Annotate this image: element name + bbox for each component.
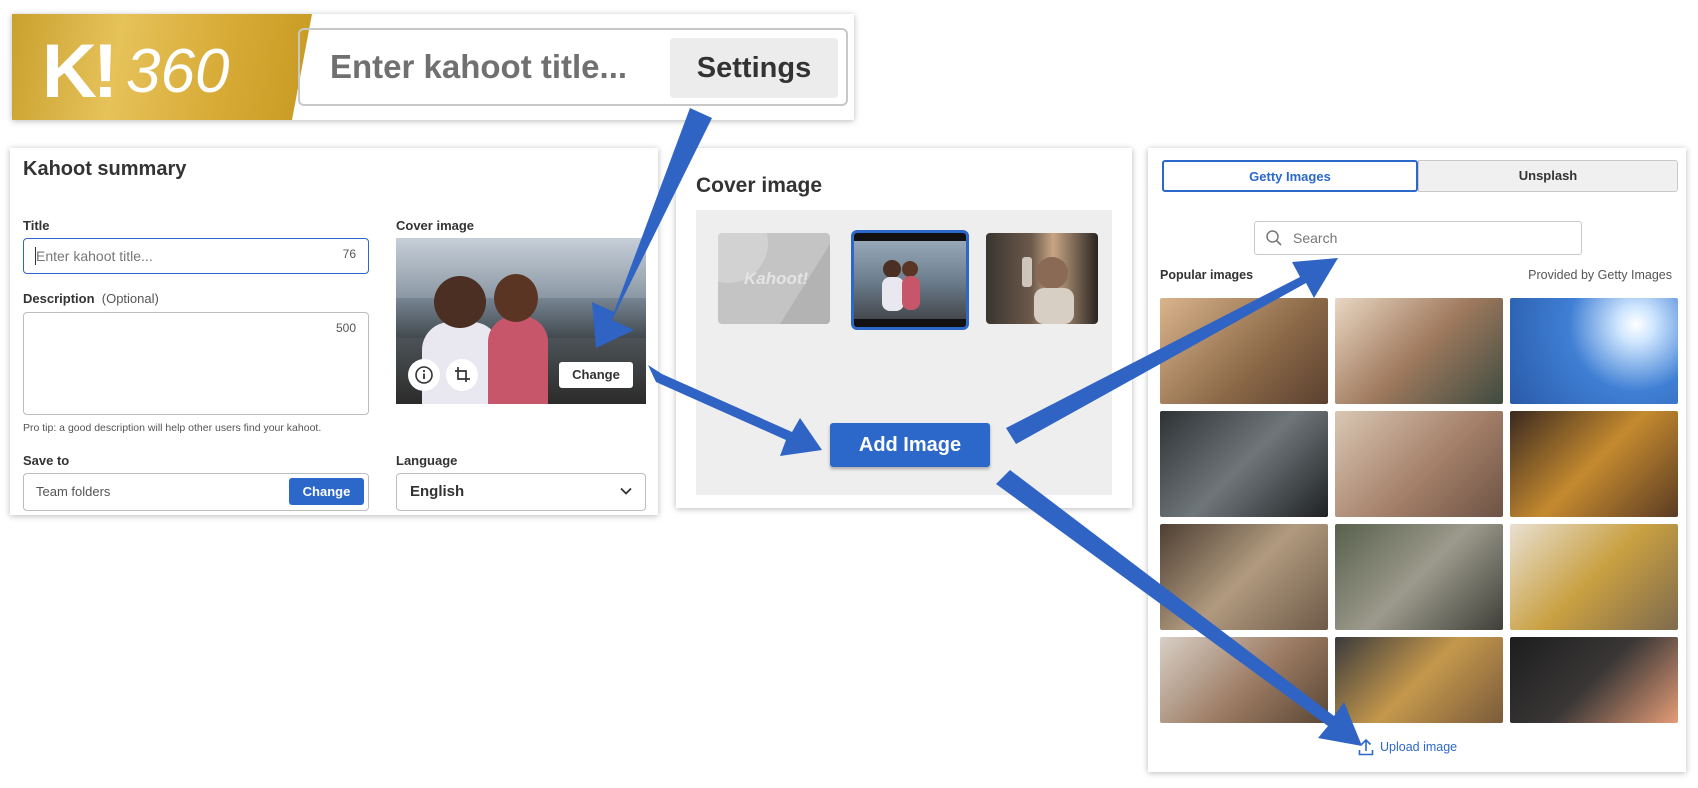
language-select[interactable]: English: [396, 473, 646, 511]
default-kahoot-cover-option[interactable]: Kahoot!: [718, 233, 830, 324]
settings-button[interactable]: Settings: [670, 38, 838, 98]
image-picker-panel: Getty Images Unsplash Search Popular ima…: [1148, 148, 1686, 772]
kahoot-360-logo: K! 360: [12, 14, 312, 120]
tab-getty-images[interactable]: Getty Images: [1162, 160, 1418, 192]
woman-on-sofa-image[interactable]: [1510, 524, 1678, 630]
language-value: English: [410, 483, 465, 500]
cover-options-area: Kahoot! Add Image: [696, 210, 1112, 495]
kahoot-top-bar: K! 360 Enter kahoot title... Settings: [12, 14, 854, 120]
beer-toast-image[interactable]: [1510, 411, 1678, 517]
cover-panel-heading: Cover image: [696, 174, 823, 197]
orange-drink-image[interactable]: [1510, 637, 1678, 723]
kahoot-summary-panel: Kahoot summary Title Enter kahoot title.…: [10, 148, 658, 515]
title-field[interactable]: Enter kahoot title... 76: [23, 238, 369, 274]
couple-photo: [882, 260, 920, 311]
water-splash-image[interactable]: [1510, 298, 1678, 404]
woman-drinking-water-image[interactable]: [1335, 411, 1503, 517]
description-field[interactable]: 500: [23, 312, 369, 415]
save-to-change-button[interactable]: Change: [289, 478, 364, 505]
info-icon[interactable]: [408, 359, 440, 391]
save-to-value: Team folders: [36, 484, 111, 499]
save-to-field: Team folders Change: [23, 473, 369, 511]
glass-of-water-image[interactable]: [1160, 411, 1328, 517]
title-char-counter: 76: [342, 247, 356, 261]
woman-kitchen-image[interactable]: [1160, 524, 1328, 630]
selected-cover-option[interactable]: [851, 230, 969, 330]
pro-tip-text: Pro tip: a good description will help ot…: [23, 422, 322, 434]
title-field-placeholder: Enter kahoot title...: [36, 248, 153, 264]
woman-drinking-photo: [1022, 257, 1074, 324]
upload-image-link[interactable]: Upload image: [1358, 738, 1457, 756]
provided-by-label: Provided by Getty Images: [1528, 268, 1672, 282]
language-label: Language: [396, 453, 458, 468]
add-image-button[interactable]: Add Image: [830, 423, 990, 467]
upload-image-label: Upload image: [1380, 740, 1458, 754]
title-placeholder: Enter kahoot title...: [330, 48, 628, 85]
woman-drinking-mug-image[interactable]: [1335, 298, 1503, 404]
chevron-down-icon: [620, 487, 632, 495]
save-to-label: Save to: [23, 453, 70, 468]
title-label: Title: [23, 218, 50, 233]
coffee-hands-image[interactable]: [1160, 298, 1328, 404]
tab-unsplash[interactable]: Unsplash: [1418, 160, 1678, 192]
description-label: Description (Optional): [23, 291, 159, 306]
kahoot-logo-text: Kahoot!: [744, 269, 809, 288]
cover-image-label: Cover image: [396, 218, 475, 233]
woman-drinking-outdoors-image[interactable]: [1160, 637, 1328, 723]
woman-drinking-cover-option[interactable]: [986, 233, 1098, 324]
search-placeholder: Search: [1293, 230, 1338, 246]
image-search-input[interactable]: Search: [1254, 221, 1582, 255]
image-source-tabs: Getty Images Unsplash: [1162, 160, 1678, 192]
crop-icon[interactable]: [446, 359, 478, 391]
change-cover-button[interactable]: Change: [559, 362, 633, 388]
cover-image-preview: Change: [396, 238, 646, 404]
optional-tag: (Optional): [101, 291, 159, 306]
popular-images-label: Popular images: [1160, 268, 1254, 282]
friends-beer-image[interactable]: [1335, 637, 1503, 723]
man-drinking-coffee-image[interactable]: [1335, 524, 1503, 630]
summary-heading: Kahoot summary: [23, 158, 187, 180]
cover-image-panel: Cover image Kahoot! Add Image: [676, 148, 1132, 508]
search-icon: [1266, 230, 1282, 246]
description-char-counter: 500: [335, 321, 356, 335]
upload-icon: [1358, 738, 1374, 756]
